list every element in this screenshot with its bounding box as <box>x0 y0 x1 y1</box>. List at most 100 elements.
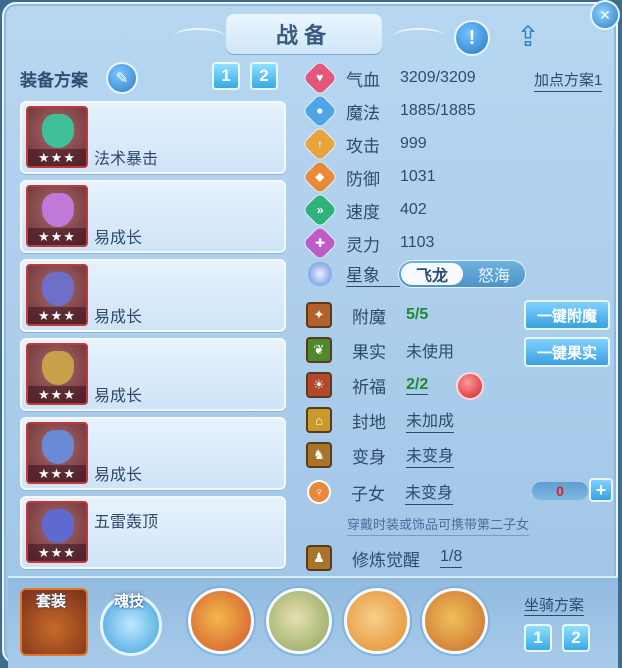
equipment-icon: ★★★ <box>26 264 88 326</box>
point-plan-link[interactable]: 加点方案1 <box>534 69 603 92</box>
attr-value: 1103 <box>400 234 435 251</box>
spirit-icon: ✚ <box>303 226 337 260</box>
special-value[interactable]: 未加成 <box>406 407 455 433</box>
equipment-slot-1[interactable]: ★★★ 法术暴击 <box>20 101 286 174</box>
blessing-orb-icon[interactable] <box>456 372 484 400</box>
attr-row-hp: ♥ 气血 3209/3209 <box>303 61 476 95</box>
constellation-label[interactable]: 星象 <box>346 261 400 287</box>
set-label: 套装 <box>36 593 67 610</box>
enchant-all-button[interactable]: 一键附魔 <box>524 300 610 330</box>
special-value[interactable]: 未变身 <box>405 479 454 505</box>
add-children-button[interactable]: + <box>589 478 613 502</box>
equipment-name: 易成长 <box>94 467 143 484</box>
attr-name: 气血 <box>346 70 380 90</box>
attr-name: 速度 <box>346 202 380 222</box>
attr-row-defense: ◆ 防御 1031 <box>303 160 436 194</box>
equipment-slot-5[interactable]: ★★★ 易成长 <box>20 417 286 490</box>
equip-plan-label: 装备方案 <box>20 71 88 90</box>
attr-value: 402 <box>400 201 427 218</box>
equipment-name: 五雷轰顶 <box>94 514 159 531</box>
soul-skill-label: 魂技 <box>114 593 145 610</box>
cultivation-row: ♟ 修炼觉醒 1/8 <box>306 544 463 572</box>
equipment-name: 易成长 <box>94 388 143 405</box>
attr-row-speed: » 速度 402 <box>303 193 427 227</box>
title-decoration-right <box>394 28 444 44</box>
battle-prep-panel: 战备 ✕ ! ⇪ 装备方案 ✎ 1 2 ★★★ 法术暴击 ★★★ 易成长 ★★★… <box>2 0 620 668</box>
special-value: 未使用 <box>406 344 455 361</box>
skill-slot-4[interactable] <box>422 588 488 654</box>
attr-value: 1031 <box>400 168 436 185</box>
special-row-transform: ♞ 变身 未变身 <box>306 441 455 469</box>
special-value[interactable]: 2/2 <box>406 376 429 395</box>
children-counter: 0 <box>532 482 588 500</box>
blessing-icon: ☀ <box>306 372 332 398</box>
equipment-name: 法术暴击 <box>94 151 159 168</box>
mount-plan-1-button[interactable]: 1 <box>524 624 552 652</box>
special-value[interactable]: 未变身 <box>406 442 455 468</box>
fruit-icon: ❦ <box>306 337 332 363</box>
equip-plan-1-button[interactable]: 1 <box>212 62 240 90</box>
equipment-slot-6[interactable]: ★★★ 五雷轰顶 <box>20 496 286 569</box>
title-decoration-left <box>174 28 224 44</box>
mount-plan-label: 坐骑方案 <box>524 594 585 616</box>
enchant-icon: ✦ <box>306 302 332 328</box>
cultivation-icon: ♟ <box>306 545 332 571</box>
constellation-option-feilong[interactable]: 飞龙 <box>401 263 463 285</box>
edit-icon[interactable]: ✎ <box>106 62 138 94</box>
fief-icon: ⌂ <box>306 407 332 433</box>
special-row-fief: ⌂ 封地 未加成 <box>306 406 455 434</box>
fruit-all-button[interactable]: 一键果实 <box>524 337 610 367</box>
attr-row-mp: ● 魔法 1885/1885 <box>303 94 476 128</box>
special-name: 变身 <box>352 447 386 467</box>
transform-icon: ♞ <box>306 442 332 468</box>
equipment-slot-2[interactable]: ★★★ 易成长 <box>20 180 286 253</box>
attr-name: 攻击 <box>346 136 380 156</box>
constellation-icon <box>308 262 332 286</box>
attr-row-attack: ↑ 攻击 999 <box>303 127 427 161</box>
equipment-icon: ★★★ <box>26 185 88 247</box>
special-name: 附魔 <box>352 307 386 327</box>
special-value: 5/5 <box>406 306 429 323</box>
equipment-icon: ★★★ <box>26 501 88 563</box>
hp-icon: ♥ <box>303 61 337 95</box>
equip-plan-2-button[interactable]: 2 <box>250 62 278 90</box>
children-icon: ♀ <box>307 480 331 504</box>
cultivation-value[interactable]: 1/8 <box>440 548 463 568</box>
equipment-list: ★★★ 法术暴击 ★★★ 易成长 ★★★ 易成长 ★★★ 易成长 ★★★ 易成长… <box>20 101 286 575</box>
special-name: 果实 <box>352 342 386 362</box>
attr-name: 魔法 <box>346 103 380 123</box>
skill-slot-2[interactable] <box>266 588 332 654</box>
mount-plan-2-button[interactable]: 2 <box>562 624 590 652</box>
skill-slot-1[interactable] <box>188 588 254 654</box>
special-row-blessing: ☀ 祈福 2/2 <box>306 371 429 399</box>
equipment-icon: ★★★ <box>26 343 88 405</box>
special-name: 封地 <box>352 412 386 432</box>
share-icon[interactable]: ⇪ <box>510 20 546 52</box>
special-name: 祈福 <box>352 377 386 397</box>
speed-icon: » <box>303 193 337 227</box>
equipment-name: 易成长 <box>94 230 143 247</box>
skill-slot-3[interactable] <box>344 588 410 654</box>
equipment-name: 易成长 <box>94 309 143 326</box>
window-title: 战备 <box>226 14 382 54</box>
constellation-row: 星象 <box>306 260 400 288</box>
equipment-slot-3[interactable]: ★★★ 易成长 <box>20 259 286 332</box>
attr-name: 灵力 <box>346 235 380 255</box>
special-row-fruit: ❦ 果实 未使用 <box>306 336 454 364</box>
special-row-children: ♀ 子女 未变身 <box>306 478 454 506</box>
attr-value: 999 <box>400 135 427 152</box>
attr-value: 3209/3209 <box>400 69 476 86</box>
attr-name: 防御 <box>346 169 380 189</box>
children-hint[interactable]: 穿戴时装或饰品可携带第二子女 <box>347 514 530 536</box>
constellation-option-nuhai[interactable]: 怒海 <box>465 263 523 285</box>
equipment-icon: ★★★ <box>26 422 88 484</box>
attr-value: 1885/1885 <box>400 102 476 119</box>
equipment-icon: ★★★ <box>26 106 88 168</box>
mp-icon: ● <box>303 94 337 128</box>
close-icon[interactable]: ✕ <box>590 0 620 30</box>
constellation-toggle[interactable]: 飞龙 怒海 <box>398 260 526 288</box>
equipment-slot-4[interactable]: ★★★ 易成长 <box>20 338 286 411</box>
info-icon[interactable]: ! <box>454 20 490 56</box>
cultivation-name: 修炼觉醒 <box>352 550 420 570</box>
special-row-enchant: ✦ 附魔 5/5 <box>306 301 428 329</box>
